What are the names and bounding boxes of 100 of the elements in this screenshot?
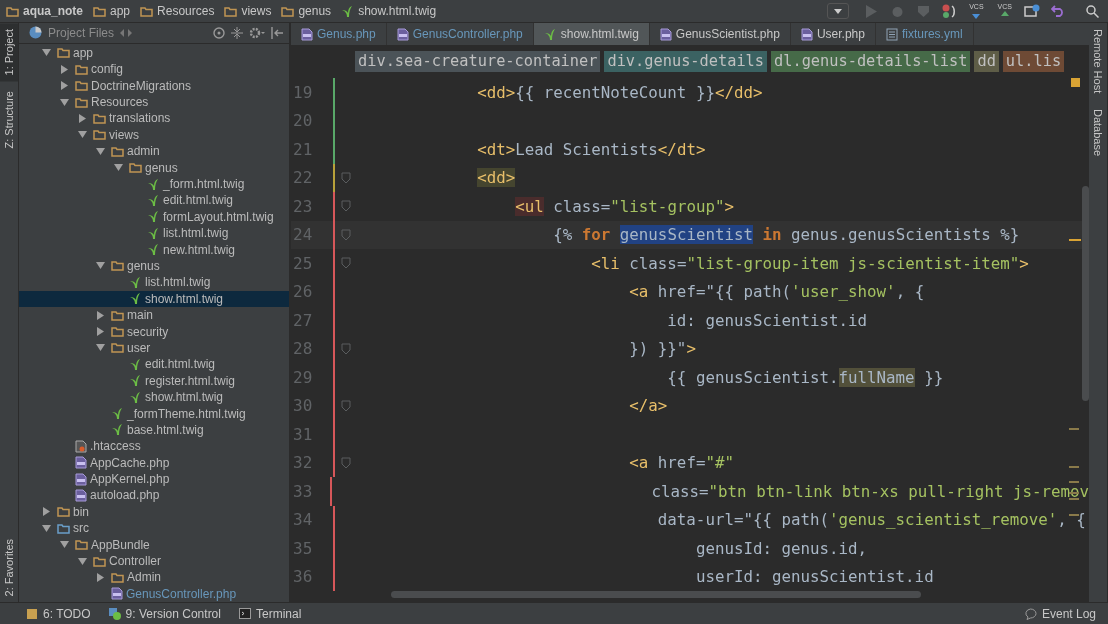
target-icon[interactable] [213,26,225,39]
folder-icon [75,80,88,92]
tree-item[interactable]: AppBundle [19,536,289,553]
caret-down-icon[interactable] [95,261,105,271]
tree-item[interactable]: translations [19,110,289,127]
php-file-icon [111,587,123,601]
config-dropdown[interactable] [827,3,850,19]
breadcrumb-link[interactable]: genus [281,4,332,18]
caret-right-icon[interactable] [77,113,87,123]
tree-item[interactable]: config [19,61,289,78]
fold-marker-icon[interactable] [341,200,351,213]
settings-icon[interactable] [249,26,265,39]
tree-item[interactable]: user [19,339,289,357]
tool-window-tab[interactable]: 1: Project [0,23,18,82]
tree-item[interactable]: AppKernel.php [19,470,289,488]
switch-arrows-icon[interactable] [120,28,133,37]
caret-right-icon[interactable] [95,572,105,582]
tag-path-item[interactable]: dd [974,50,999,72]
tree-item[interactable]: edit.html.twig [19,192,289,209]
horizontal-scrollbar[interactable] [391,591,921,598]
line-number: 22 [292,168,314,188]
tool-window-tab[interactable]: Database [1089,103,1107,163]
tree-item[interactable]: views [19,126,289,144]
tree-item[interactable]: bin [19,503,289,521]
tool-window-tab[interactable]: Remote Host [1089,23,1107,100]
tag-path-item[interactable]: div.sea-creature-container [355,50,601,72]
folder-icon [57,506,70,518]
folder-icon [75,96,88,108]
folder-icon [281,5,295,17]
tree-item[interactable]: autoload.php [19,487,289,504]
tag-path-item[interactable]: dl.genus-details-list [771,50,971,72]
tree-item[interactable]: main [19,306,289,324]
breadcrumb-link[interactable]: show.html.twig [341,4,437,18]
panel-title[interactable]: Project Files [48,25,115,40]
breadcrumb-link[interactable]: aqua_note [6,4,83,18]
line-number: 30 [292,396,314,416]
hide-panel-icon[interactable] [271,26,283,39]
tree-item[interactable]: _formTheme.html.twig [19,405,289,422]
tree-item[interactable]: GenusController.php [19,585,289,602]
fold-marker-icon[interactable] [341,228,351,241]
tree-item[interactable]: admin [19,143,289,160]
file-name: formLayout.html.twig [163,209,274,224]
tree-item[interactable]: new.html.twig [19,241,289,258]
terminal-icon [238,608,251,619]
file-name: src [73,521,89,536]
tree-item[interactable]: show.html.twig [19,388,289,406]
tree-item[interactable]: base.html.twig [19,421,289,439]
php-file-icon [75,456,87,470]
php-file-icon [396,27,409,41]
code-token: <a [629,282,649,302]
caret-down-icon[interactable] [95,343,105,353]
tool-window-tab[interactable]: 2: Favorites [0,532,18,602]
file-name: genus [127,259,160,273]
breadcrumb-link[interactable]: Resources [140,4,215,18]
fold-marker-icon[interactable] [341,257,351,270]
tree-item[interactable]: app [19,44,289,62]
file-name: views [109,127,139,142]
fold-marker-icon[interactable] [341,399,351,412]
tree-item[interactable]: register.html.twig [19,372,289,389]
breadcrumb-link[interactable]: views [224,4,272,18]
tree-item[interactable]: AppCache.php [19,454,289,471]
tool-window-button[interactable]: 6: TODO [26,606,91,621]
tree-item[interactable]: src [19,520,289,537]
tree-item[interactable]: genus [19,257,289,275]
tool-window-button[interactable]: Terminal [238,606,302,621]
tool-window-tab[interactable]: Z: Structure [0,85,18,155]
tree-item[interactable]: security [19,323,289,340]
caret-right-icon[interactable] [41,507,51,517]
tree-item[interactable]: Controller [19,552,289,570]
tree-item[interactable]: _form.html.twig [19,175,289,193]
folder-icon [111,260,124,272]
caret-down-icon [834,8,843,14]
tree-item[interactable]: formLayout.html.twig [19,208,289,225]
tree-item[interactable]: edit.html.twig [19,356,289,373]
vertical-scrollbar[interactable] [1082,186,1089,401]
fold-marker-icon[interactable] [341,342,351,355]
caret-down-icon[interactable] [59,97,69,107]
fold-marker-icon[interactable] [341,456,351,469]
file-name: config [91,62,124,77]
caret-down-icon[interactable] [41,48,51,58]
tree-item[interactable]: genus [19,159,289,176]
tree-item[interactable]: DoctrineMigrations [19,77,289,94]
file-name: .htaccess [90,439,141,454]
search-icon [1085,4,1099,18]
tool-window-button[interactable]: 9: Version Control [108,606,221,621]
fold-marker-icon[interactable] [341,171,351,184]
tree-item[interactable]: list.html.twig [19,225,289,242]
tree-item[interactable]: show.html.twig [19,290,289,307]
tree-item[interactable]: Resources [19,93,289,111]
line-number: 34 [292,510,314,530]
tag-path-item[interactable]: div.genus-details [604,50,767,72]
editor-tab[interactable]: show.html.twig [533,23,650,45]
tag-path-item[interactable]: ul.lis [1002,50,1065,72]
tree-item[interactable]: Admin [19,569,289,586]
tree-item[interactable]: .htaccess [19,438,289,455]
code-token: genusScientist [619,225,753,245]
breadcrumb-link[interactable]: app [93,4,131,18]
tree-item[interactable]: list.html.twig [19,274,289,291]
event-log-button[interactable]: Event Log [1023,606,1096,621]
line-number: 33 [292,481,314,501]
